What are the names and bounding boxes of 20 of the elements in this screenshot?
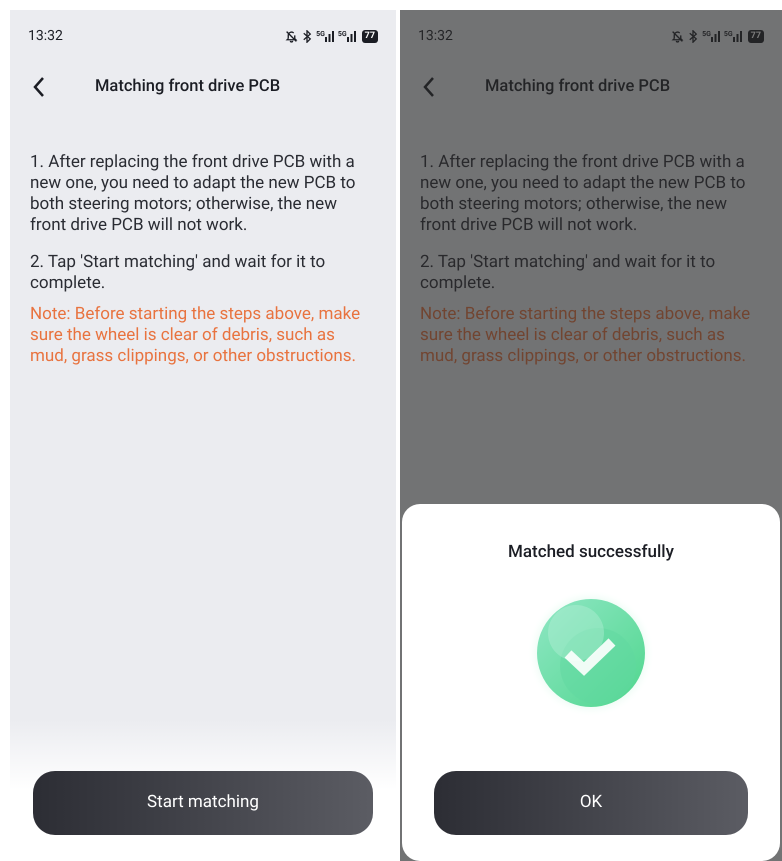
bell-off-icon	[671, 30, 684, 42]
ok-button[interactable]: OK	[434, 771, 748, 835]
status-time: 13:32	[418, 26, 453, 46]
note-text: Note: Before starting the steps above, make sure the wheel is clear of debris, such as mud, grass clippings, or other obstructions.	[30, 304, 362, 367]
battery-icon: 77	[748, 30, 764, 42]
page-title: Matching front drive PCB	[485, 76, 670, 98]
status-time: 13:32	[28, 26, 63, 46]
bluetooth-icon	[302, 30, 312, 42]
bell-off-icon	[285, 30, 298, 42]
instruction-text: 1. After replacing the front drive PCB with a new one, you need to adapt the new PCB to both steering motors; otherwise, the new front drive PCB will not work.	[30, 152, 356, 236]
start-matching-button[interactable]: Start matching	[33, 771, 373, 835]
bluetooth-icon	[688, 30, 698, 42]
back-icon[interactable]	[32, 76, 46, 98]
page-title: Matching front drive PCB	[95, 76, 280, 98]
instruction-text: 2. Tap 'Start matching' and wait for it to complete.	[420, 252, 716, 294]
instruction-text: 2. Tap 'Start matching' and wait for it to complete.	[30, 252, 326, 294]
note-text: Note: Before starting the steps above, make sure the wheel is clear of debris, such as mud, grass clippings, or other obstructions.	[420, 304, 752, 367]
instruction-text: 1. After replacing the front drive PCB with a new one, you need to adapt the new PCB to both steering motors; otherwise, the new front drive PCB will not work.	[420, 152, 746, 236]
dialog-title: Matched successfully	[508, 541, 674, 564]
battery-icon: 77	[362, 30, 378, 42]
